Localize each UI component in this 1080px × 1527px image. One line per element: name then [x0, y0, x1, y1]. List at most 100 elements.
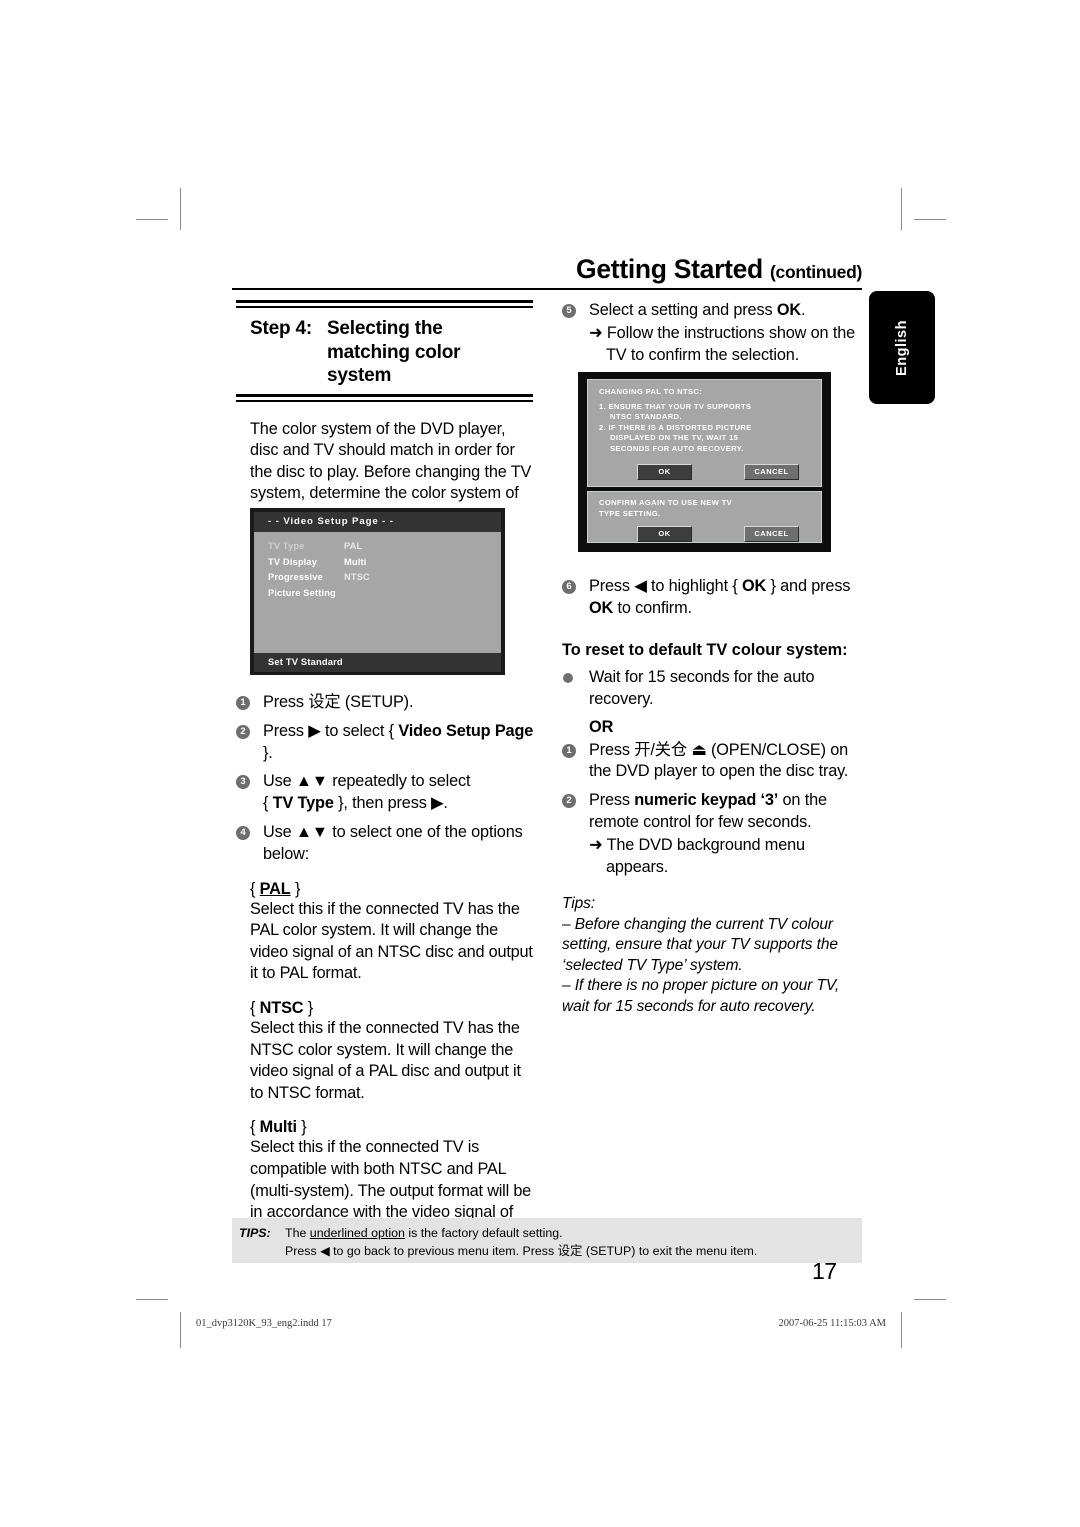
left-column: Step 4: Selecting the matching color sys…	[236, 300, 533, 526]
step-5-sub-note: ➜ Follow the instructions show on the TV…	[589, 323, 856, 364]
osd-row: Progressive NTSC	[268, 570, 501, 586]
right-column-bottom: 6 Press ◀ to highlight { OK } and press …	[562, 576, 862, 1017]
updown-arrows-icon: ▲▼	[295, 822, 328, 841]
crop-mark-top-right-vertical	[901, 188, 902, 230]
dialog-line: TYPE SETTING.	[599, 508, 661, 518]
reset-bullet-text: Wait for 15 seconds for the auto recover…	[589, 668, 815, 708]
osd-row-value: NTSC	[344, 572, 370, 582]
osd-panel: - - Video Setup Page - - TV Type PAL TV …	[254, 512, 501, 672]
step-number-label: Step 4:	[250, 318, 312, 339]
step-text-2-bold: Video Setup Page	[398, 721, 534, 740]
step-text-6a: Press	[589, 577, 635, 595]
step-text-6c: } and press	[766, 577, 851, 595]
reset-section-heading: To reset to default TV colour system:	[562, 640, 848, 659]
step-text-4a: Use	[263, 822, 296, 841]
step-text-5b: .	[800, 301, 806, 319]
reset-step-text-2-bold: numeric keypad ‘3’	[634, 791, 779, 810]
reset-step-text-2a: Press	[589, 791, 635, 810]
language-tab: English	[869, 291, 935, 404]
print-slug: 01_dvp3120K_93_eng2.indd 17 2007-06-25 1…	[196, 1318, 886, 1329]
left-arrow-icon: ◀	[634, 577, 647, 595]
step-text-4c: below:	[263, 844, 310, 863]
dialog-button-row: OK CANCEL	[599, 463, 821, 480]
option-description-ntsc: Select this if the connected TV has the …	[250, 1018, 521, 1102]
step-text-4b: to select one of the options	[327, 822, 523, 841]
header-rule	[232, 287, 862, 290]
bullet-dot-icon	[563, 673, 573, 684]
procedure-list-step6: 6 Press ◀ to highlight { OK } and press …	[562, 576, 862, 620]
step-text-3a: Use	[263, 772, 296, 791]
dialog-line: 1. ENSURE THAT YOUR TV SUPPORTS	[599, 401, 752, 411]
tv-screen-video-setup: - - Video Setup Page - - TV Type PAL TV …	[250, 508, 505, 675]
list-item: Wait for 15 seconds for the auto recover…	[562, 667, 862, 711]
dialog-title: CHANGING PAL TO NTSC:	[599, 387, 703, 396]
option-description-pal: Select this if the connected TV has the …	[250, 899, 533, 983]
list-item: 3 Use ▲▼ repeatedly to select { TV Type …	[236, 771, 536, 815]
footer-tips-line-2: Press ◀ to go back to previous menu item…	[285, 1243, 758, 1258]
osd-row-key: TV Type	[268, 541, 305, 551]
step-heading-rule-bottom	[236, 393, 533, 402]
step-text-2b: to select {	[320, 721, 399, 740]
slug-filename: 01_dvp3120K_93_eng2.indd 17	[196, 1318, 332, 1329]
crop-mark-top-left-horizontal	[136, 219, 168, 220]
option-heading-pal: { PAL }	[250, 879, 301, 898]
step-text-3b: repeatedly to select	[327, 772, 471, 791]
step-text-3d: }, then press ▶.	[333, 794, 448, 813]
dialog-button-row: OK CANCEL	[599, 526, 821, 543]
option-heading-multi: { Multi }	[250, 1118, 307, 1137]
footer-tips-text-b: is the factory default setting.	[404, 1226, 563, 1240]
dialog-cancel-button[interactable]: CANCEL	[744, 463, 799, 480]
step-title: Selecting the matching color system	[326, 317, 461, 388]
procedure-list: 1 Press 设定 (SETUP). 2 Press ▶ to select …	[236, 692, 536, 866]
dialog-line: SECONDS FOR AUTO RECOVERY.	[610, 443, 744, 453]
dialog-changing-pal-to-ntsc: CHANGING PAL TO NTSC: 1. ENSURE THAT YOU…	[587, 379, 822, 487]
list-item: 6 Press ◀ to highlight { OK } and press …	[562, 576, 862, 620]
step-bullet-5: 5	[562, 304, 576, 318]
crop-mark-bottom-left-horizontal	[136, 1299, 168, 1300]
osd-row-key: Progressive	[268, 572, 323, 582]
dialog-ok-button[interactable]: OK	[637, 463, 692, 480]
list-item: 4 Use ▲▼ to select one of the options be…	[236, 822, 536, 866]
step-title-line-1: Selecting the	[326, 318, 443, 339]
page-title-continued: (continued)	[770, 262, 862, 282]
osd-row-value: PAL	[344, 541, 363, 551]
crop-mark-top-right-horizontal	[914, 219, 946, 220]
page-title-text: Getting Started	[576, 254, 763, 284]
reset-step-2-sub-note: ➜ The DVD background menu appears.	[589, 835, 805, 876]
crop-mark-bottom-right-horizontal	[914, 1299, 946, 1300]
reset-step-bullet-2: 2	[562, 794, 576, 809]
osd-row: TV Type PAL	[268, 539, 501, 555]
crop-mark-top-left-vertical	[180, 188, 181, 230]
slug-timestamp: 2007-06-25 11:15:03 AM	[778, 1318, 886, 1329]
step-text-5a: Select a setting and press	[589, 301, 777, 319]
options-section: { PAL } Select this if the connected TV …	[236, 880, 536, 1246]
step-text-5-bold: OK	[776, 301, 801, 319]
footer-tips-label: TIPS:	[239, 1226, 271, 1240]
reset-step-text-1: Press 开/关仓 ⏏ (OPEN/CLOSE) on the DVD pla…	[589, 740, 849, 781]
page-header: Getting Started (continued)	[232, 256, 862, 290]
or-separator: OR	[589, 717, 614, 736]
step-text-6-bold: OK	[741, 577, 767, 595]
dialog-ok-button[interactable]: OK	[637, 526, 692, 543]
osd-row: TV Display Multi	[268, 555, 501, 571]
footer-tips-underlined: underlined option	[309, 1226, 405, 1240]
left-column-steps: 1 Press 设定 (SETUP). 2 Press ▶ to select …	[236, 692, 536, 1245]
step-text-6-bold2: OK	[589, 598, 614, 617]
step-bullet-2: 2	[236, 724, 250, 739]
step-text-3-bold: TV Type	[272, 794, 334, 813]
dialog-confirm-again: CONFIRM AGAIN TO USE NEW TV TYPE SETTING…	[587, 491, 822, 543]
slug-rule-right	[901, 1312, 902, 1348]
footer-tips-line-1: TIPS: The underlined option is the factor…	[239, 1225, 862, 1243]
tips-block: Tips: – Before changing the current TV c…	[562, 894, 862, 1017]
osd-row-key: TV Display	[268, 556, 318, 567]
list-item: 1 Press 设定 (SETUP).	[236, 692, 536, 714]
step-bullet-1: 1	[236, 696, 250, 710]
footer-tips-box: TIPS: The underlined option is the factor…	[232, 1218, 862, 1263]
dialog-cancel-button[interactable]: CANCEL	[744, 526, 799, 543]
language-tab-label: English	[894, 319, 910, 376]
slug-rule-left	[180, 1312, 181, 1348]
step-text-2a: Press	[263, 721, 309, 740]
tv-screen-dialogs: CHANGING PAL TO NTSC: 1. ENSURE THAT YOU…	[578, 372, 831, 552]
step-heading: Step 4: Selecting the matching color sys…	[236, 308, 533, 394]
reset-steps-list: 1 Press 开/关仓 ⏏ (OPEN/CLOSE) on the DVD p…	[562, 740, 862, 879]
